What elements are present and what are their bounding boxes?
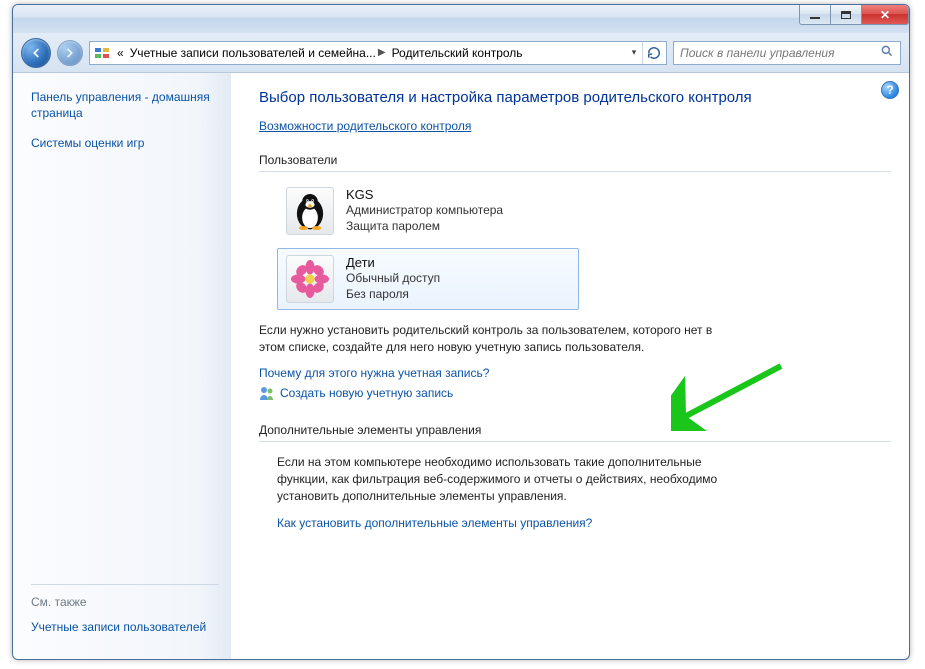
breadcrumb-seg-1[interactable]: Учетные записи пользователей и семейна..…: [127, 46, 389, 60]
separator: [259, 171, 891, 172]
user-card-kgs[interactable]: KGS Администратор компьютера Защита паро…: [277, 180, 579, 242]
search-placeholder: Поиск в панели управления: [680, 46, 835, 60]
search-input[interactable]: Поиск в панели управления: [673, 41, 901, 65]
avatar-penguin: [286, 187, 334, 235]
note-extras: Если на этом компьютере необходимо испол…: [259, 454, 739, 504]
control-panel-icon: [94, 45, 110, 61]
close-button[interactable]: ✕: [861, 5, 909, 25]
address-bar[interactable]: « Учетные записи пользователей и семейна…: [89, 41, 667, 65]
avatar-flower: [286, 255, 334, 303]
note-user-not-listed: Если нужно установить родительский контр…: [259, 322, 739, 356]
separator: [259, 441, 891, 442]
user-card-deti[interactable]: Дети Обычный доступ Без пароля: [277, 248, 579, 310]
user-name: Дети: [346, 255, 440, 270]
user-info: Дети Обычный доступ Без пароля: [346, 255, 440, 302]
back-button[interactable]: [21, 38, 51, 68]
user-role: Администратор компьютера: [346, 202, 503, 218]
body: Панель управления - домашняя страница Си…: [13, 73, 909, 659]
user-status: Без пароля: [346, 286, 440, 302]
see-also-label: См. также: [31, 595, 219, 609]
sidebar-link-game-ratings[interactable]: Системы оценки игр: [31, 135, 219, 151]
sidebar-link-user-accounts[interactable]: Учетные записи пользователей: [31, 619, 219, 635]
breadcrumb-prefix[interactable]: «: [114, 46, 127, 60]
sidebar-link-home[interactable]: Панель управления - домашняя страница: [31, 89, 219, 121]
maximize-button[interactable]: [830, 5, 862, 25]
content-area: ? Выбор пользователя и настройка парамет…: [231, 73, 909, 659]
sidebar-see-also: См. также Учетные записи пользователей: [31, 578, 219, 649]
extras-install-link[interactable]: Как установить дополнительные элементы у…: [277, 516, 592, 530]
search-icon: [880, 44, 894, 61]
user-role: Обычный доступ: [346, 270, 440, 286]
breadcrumb-label: Родительский контроль: [392, 46, 523, 60]
why-account-link[interactable]: Почему для этого нужна учетная запись?: [259, 366, 489, 380]
control-panel-window: ✕ « Учетные записи пользователей и семей…: [12, 4, 910, 660]
users-list: KGS Администратор компьютера Защита паро…: [259, 180, 891, 310]
user-info: KGS Администратор компьютера Защита паро…: [346, 187, 503, 234]
capabilities-link[interactable]: Возможности родительского контроля: [259, 119, 471, 133]
extras-section-label: Дополнительные элементы управления: [259, 423, 891, 437]
breadcrumb-seg-2[interactable]: Родительский контроль: [389, 46, 526, 60]
refresh-button[interactable]: [642, 42, 664, 64]
user-status: Защита паролем: [346, 218, 503, 234]
navigation-bar: « Учетные записи пользователей и семейна…: [13, 33, 909, 73]
page-title: Выбор пользователя и настройка параметро…: [259, 87, 891, 109]
chevron-right-icon: ▶: [378, 47, 386, 58]
minimize-button[interactable]: [799, 5, 831, 25]
user-name: KGS: [346, 187, 503, 202]
titlebar: ✕: [13, 5, 909, 33]
address-dropdown[interactable]: ▾: [626, 47, 642, 58]
sidebar: Панель управления - домашняя страница Си…: [13, 73, 231, 659]
forward-button[interactable]: [57, 40, 83, 66]
users-section-label: Пользователи: [259, 153, 891, 167]
users-icon: [259, 385, 275, 401]
breadcrumb-label: Учетные записи пользователей и семейна..…: [130, 46, 376, 60]
help-icon[interactable]: ?: [881, 81, 899, 99]
create-account-link[interactable]: Создать новую учетную запись: [280, 386, 453, 400]
